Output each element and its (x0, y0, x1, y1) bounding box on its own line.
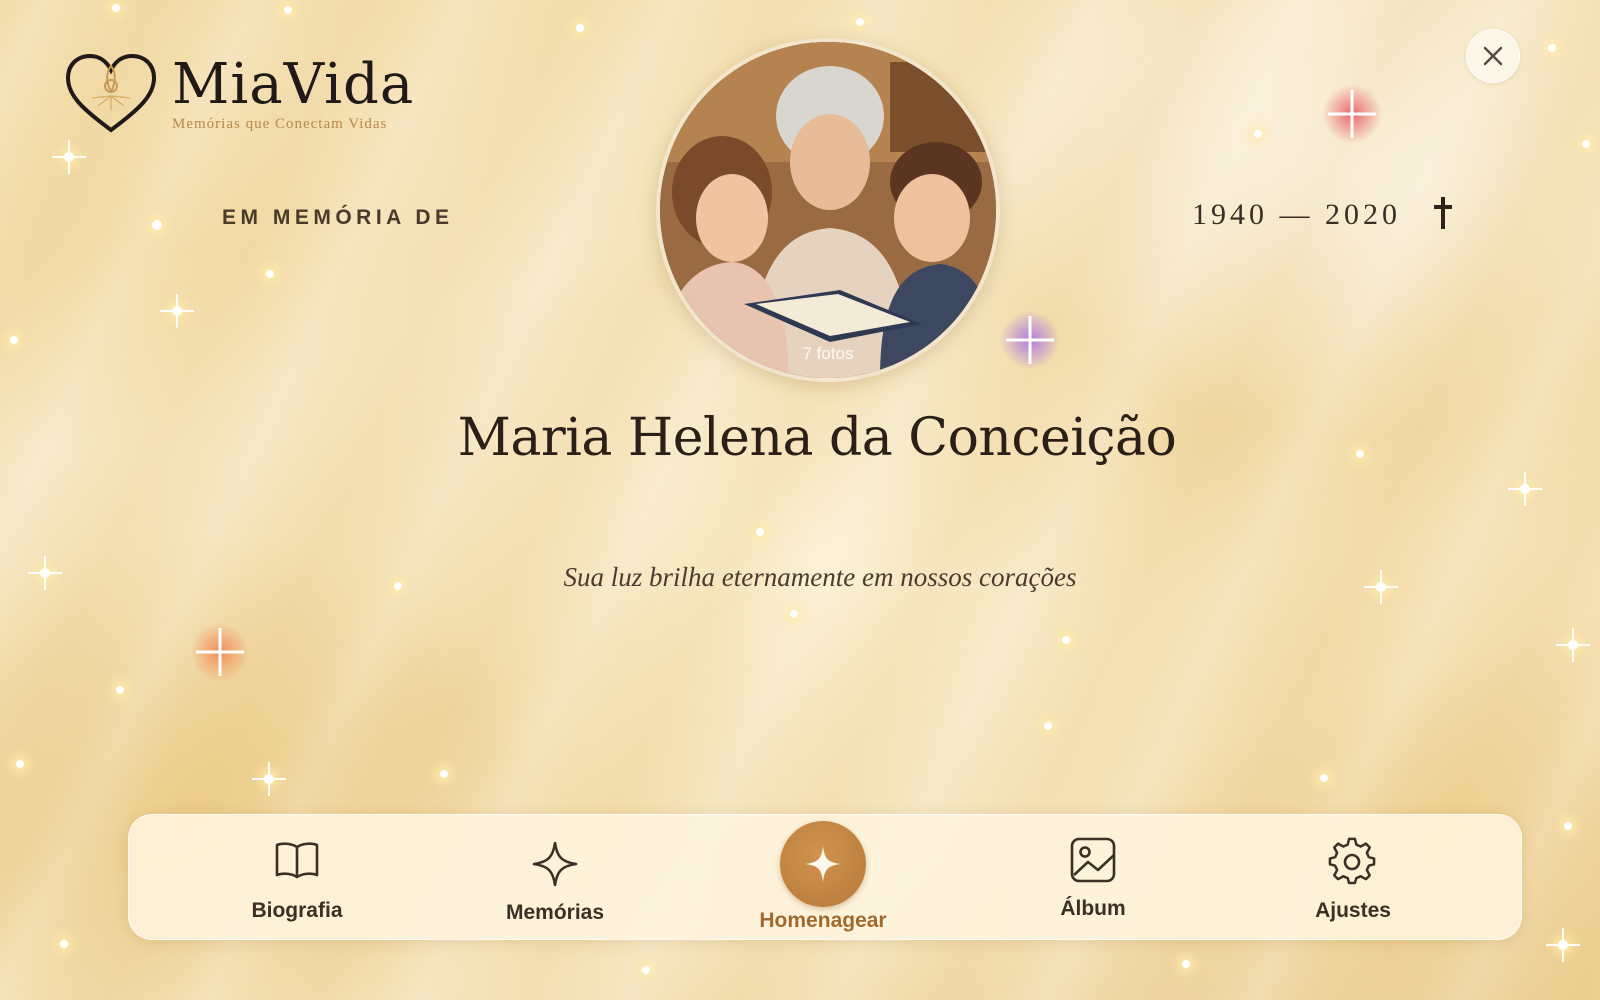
memorial-label: EM MEMÓRIA DE (222, 206, 454, 229)
nav-label-biografia: Biografia (251, 899, 343, 922)
close-icon (1483, 46, 1503, 66)
family-photo-image (660, 42, 996, 378)
heart-icon (65, 53, 157, 133)
nav-item-biografia[interactable]: Biografia (197, 815, 397, 939)
nav-label-memorias: Memórias (505, 901, 605, 924)
nav-item-ajustes[interactable]: Ajustes (1253, 815, 1453, 939)
cross-icon (1434, 197, 1452, 229)
homenagear-active-circle (780, 821, 866, 907)
nav-item-homenagear[interactable]: Homenagear (723, 815, 923, 939)
nav-item-album[interactable]: Álbum (993, 815, 1193, 939)
nav-item-memorias[interactable]: Memórias (455, 815, 655, 939)
star-icon (805, 846, 841, 882)
bottom-nav: Biografia Memórias Homenagear Álbum Ajus… (128, 814, 1522, 940)
deceased-name: Maria Helena da Conceição (457, 408, 1177, 468)
gear-icon (1328, 837, 1376, 885)
brand-tagline: Memórias que Conectam Vidas (172, 115, 388, 132)
book-icon (275, 842, 319, 879)
portrait-photo[interactable]: 7 fotos (656, 38, 1000, 382)
nav-label-homenagear: Homenagear (759, 909, 887, 932)
brand-logo: MiaVida Memórias que Conectam Vidas (64, 52, 414, 136)
epitaph: Sua luz brilha eternamente em nossos cor… (563, 562, 1077, 592)
life-years: 1940 — 2020 (1192, 198, 1401, 231)
image-icon (1070, 837, 1116, 883)
sparkle-icon (532, 841, 578, 887)
nav-label-ajustes: Ajustes (1315, 899, 1391, 922)
photo-count: 7 fotos (802, 344, 854, 363)
brand-name: MiaVida (172, 51, 415, 117)
nav-label-album: Álbum (1060, 897, 1126, 920)
close-button[interactable] (1466, 29, 1520, 83)
